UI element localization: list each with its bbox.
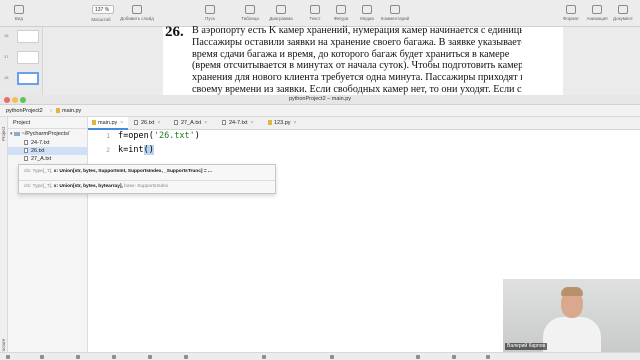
tool-button-icon[interactable] [76, 355, 80, 359]
tab-24-7-txt[interactable]: 24-7.txt × [218, 117, 262, 130]
slide-thumbnail-selected[interactable] [17, 72, 39, 85]
navigation-bar: pythonProject2 › main.py [0, 105, 640, 117]
line-number: 1 [106, 132, 110, 140]
task-line: время сдачи багажа и время, до которого … [192, 48, 510, 60]
folder-icon [13, 131, 20, 136]
window-titlebar: pythonProject2 – main.py [0, 95, 640, 105]
tree-item-file[interactable]: 24-7.txt [24, 139, 88, 147]
task-line: В аэропорту есть K камер хранений, нумер… [192, 25, 522, 36]
presentation-toolbar: 137 % Вид Масштаб Добавить слайд Пуск Та… [0, 0, 640, 27]
python-file-icon [92, 120, 96, 126]
python-file-icon [56, 108, 60, 114]
play-icon [205, 5, 215, 14]
task-number: 26. [165, 24, 184, 40]
code-line[interactable]: k=int() [118, 145, 154, 155]
task-text: В аэропорту есть K камер хранений, нумер… [192, 25, 522, 96]
presenter-shirt [543, 317, 601, 352]
editor-tab-bar: main.py × 26.txt × 27_A.txt × 24-7.txt × 123… [88, 117, 640, 130]
tab-main-py[interactable]: main.py × [88, 117, 128, 130]
text-file-icon [222, 120, 226, 126]
tool-button-icon[interactable] [148, 355, 152, 359]
text-file-icon [24, 156, 28, 162]
text-file-icon [24, 148, 28, 154]
project-panel-title[interactable]: Project [13, 120, 30, 126]
close-tab-icon[interactable]: × [204, 120, 207, 126]
presenter-name: Валерий Карпов [505, 343, 548, 350]
project-panel: Project ▾ ~/PycharmProjects/ 24-7.txt 26.… [8, 117, 88, 360]
popup-divider [19, 180, 275, 181]
tree-item-root[interactable]: ▾ ~/PycharmProjects/ [10, 130, 88, 138]
tool-button-icon[interactable] [40, 355, 44, 359]
signature-hint: cls: Type[_T], x: Union[str, bytes, byte… [24, 184, 169, 189]
close-tab-icon[interactable]: × [294, 120, 297, 126]
document-button[interactable]: Документ [606, 4, 640, 25]
tab-27a-txt[interactable]: 27_A.txt × [170, 117, 216, 130]
document-icon [618, 5, 628, 14]
comment-icon [390, 5, 400, 14]
tab-26-txt[interactable]: 26.txt × [130, 117, 168, 130]
add-slide-icon [132, 5, 142, 14]
code-line[interactable]: f=open('26.txt') [118, 131, 200, 141]
view-button[interactable]: Вид [2, 4, 36, 25]
text-icon [310, 5, 320, 14]
table-icon [245, 5, 255, 14]
slide-number: 16 [4, 33, 9, 38]
webcam-overlay: Валерий Карпов [503, 279, 640, 352]
slide-navigator: 16 17 18 [0, 27, 43, 95]
window-title: pythonProject2 – main.py [288, 96, 352, 102]
project-panel-header: Project [8, 117, 88, 129]
tool-button-icon[interactable] [6, 355, 10, 359]
play-button[interactable]: Пуск [193, 4, 227, 25]
breadcrumb-file[interactable]: main.py [56, 108, 81, 114]
view-icon [14, 5, 24, 14]
tool-button-icon[interactable] [416, 355, 420, 359]
task-line: своему времени из заявки. Если свободных… [192, 83, 522, 95]
task-line: хранения для нового клиента требуется од… [192, 72, 522, 84]
parameter-info-popup: cls: Type[_T], x: Union[str, bytes, Supp… [18, 164, 276, 194]
close-tab-icon[interactable]: × [157, 120, 160, 126]
animate-icon [592, 5, 602, 14]
slide-number: 18 [4, 75, 9, 80]
zoom-button[interactable]: Масштаб [84, 4, 118, 25]
tool-button-icon[interactable] [452, 355, 456, 359]
close-tab-icon[interactable]: × [120, 120, 123, 126]
matched-parentheses: () [143, 145, 154, 155]
tool-button-icon[interactable] [112, 355, 116, 359]
signature-hint: cls: Type[_T], x: Union[str, bytes, Supp… [24, 169, 212, 174]
string-literal: '26.txt' [153, 131, 195, 141]
presenter-hair [561, 287, 583, 296]
slide-thumbnail[interactable] [17, 51, 39, 64]
tree-item-file-selected[interactable]: 26.txt [8, 147, 88, 155]
expand-chevron-icon: ▾ [10, 131, 13, 137]
tool-button-icon[interactable] [486, 355, 490, 359]
shape-icon [336, 5, 346, 14]
close-tab-icon[interactable]: × [250, 120, 253, 126]
tool-window-stripe: Project Structure [0, 117, 8, 360]
task-line: Пассажиры оставили заявки на хранение св… [192, 36, 522, 48]
bottom-toolbar [0, 352, 640, 360]
python-file-icon [268, 120, 272, 126]
text-file-icon [134, 120, 138, 126]
table-button[interactable]: Таблица [233, 4, 267, 25]
chart-button[interactable]: Диаграмма [264, 4, 298, 25]
text-file-icon [24, 140, 28, 146]
tab-123-py[interactable]: 123.py × [264, 117, 306, 130]
tool-button-icon[interactable] [184, 355, 188, 359]
breadcrumb-separator-icon: › [50, 108, 52, 114]
tree-item-file[interactable]: 27_A.txt [24, 155, 88, 163]
tool-button-icon[interactable] [262, 355, 266, 359]
tool-button-icon[interactable] [330, 355, 334, 359]
text-file-icon [174, 120, 178, 126]
chart-icon [276, 5, 286, 14]
task-line: (время отсчитывается в минутах от начала… [192, 60, 522, 72]
breadcrumb-project[interactable]: pythonProject2 [6, 108, 43, 114]
add-slide-button[interactable]: Добавить слайд [120, 4, 154, 25]
format-icon [566, 5, 576, 14]
comment-button[interactable]: Комментарий [378, 4, 412, 25]
project-tool-button[interactable]: Project [1, 127, 6, 141]
media-icon [362, 5, 372, 14]
slide-number: 17 [4, 54, 9, 59]
line-number: 2 [106, 146, 110, 154]
slide-thumbnail[interactable] [17, 30, 39, 43]
